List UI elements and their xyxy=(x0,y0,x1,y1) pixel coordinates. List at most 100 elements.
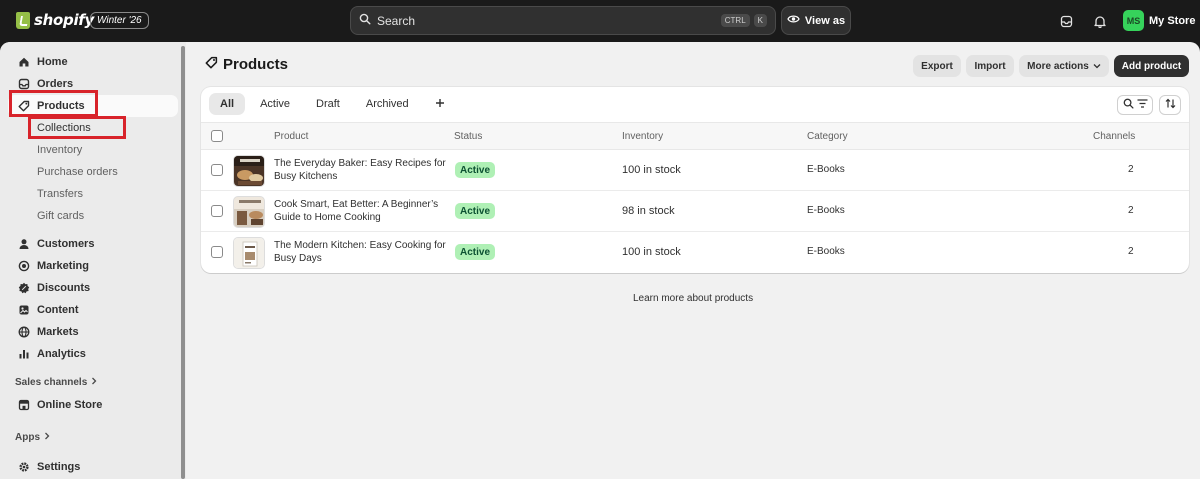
view-as-label: View as xyxy=(804,14,846,27)
import-button[interactable]: Import xyxy=(966,55,1014,77)
column-header-channels[interactable]: Channels xyxy=(1093,131,1135,142)
eye-icon xyxy=(787,14,800,27)
sidebar-item-discounts[interactable]: Discounts xyxy=(8,277,178,299)
plus-icon xyxy=(435,98,445,111)
chevron-down-icon xyxy=(1093,61,1101,72)
sales-channels-label: Sales channels xyxy=(15,377,88,388)
column-header-category[interactable]: Category xyxy=(807,131,848,142)
row-checkbox[interactable] xyxy=(211,205,223,217)
sidebar-item-label: Markets xyxy=(37,326,79,338)
sidebar-item-markets[interactable]: Markets xyxy=(8,321,178,343)
sidebar-item-home[interactable]: Home xyxy=(8,51,178,73)
search-icon xyxy=(1123,98,1134,112)
chevron-right-icon xyxy=(44,432,50,443)
table-row[interactable]: The Modern Kitchen: Easy Cooking for Bus… xyxy=(201,232,1189,273)
sidebar-item-customers[interactable]: Customers xyxy=(8,233,178,255)
sidebar-subitem-purchase-orders[interactable]: Purchase orders xyxy=(37,162,118,182)
more-actions-label: More actions xyxy=(1027,60,1089,72)
channels-cell: 2 xyxy=(1128,246,1134,257)
chart-icon xyxy=(18,348,30,360)
sales-channels-section[interactable]: Sales channels xyxy=(15,377,97,388)
table-row[interactable]: Cook Smart, Eat Better: A Beginner’s Gui… xyxy=(201,191,1189,232)
product-name[interactable]: The Modern Kitchen: Easy Cooking for Bus… xyxy=(274,239,449,265)
sidebar-item-content[interactable]: Content xyxy=(8,299,178,321)
shortcut-key-ctrl: CTRL xyxy=(720,14,750,27)
category-cell: E-Books xyxy=(807,205,845,216)
sidebar-item-marketing[interactable]: Marketing xyxy=(8,255,178,277)
add-product-button[interactable]: Add product xyxy=(1114,55,1189,77)
inventory-cell: 98 in stock xyxy=(622,205,675,217)
content-icon xyxy=(18,304,30,316)
avatar: MS xyxy=(1123,10,1144,31)
category-cell: E-Books xyxy=(807,246,845,257)
chevron-right-icon xyxy=(91,377,97,388)
column-header-product[interactable]: Product xyxy=(274,131,308,142)
product-thumbnail xyxy=(233,237,265,269)
category-cell: E-Books xyxy=(807,164,845,175)
status-badge: Active xyxy=(455,244,496,260)
sidebar-subitem-transfers[interactable]: Transfers xyxy=(37,184,83,204)
tab-draft[interactable]: Draft xyxy=(305,93,351,115)
sidebar-item-label: Analytics xyxy=(37,348,86,360)
export-button[interactable]: Export xyxy=(913,55,961,77)
view-as-button[interactable]: View as xyxy=(781,6,851,35)
channels-cell: 2 xyxy=(1128,164,1134,175)
gear-icon xyxy=(18,461,30,473)
globe-icon xyxy=(18,326,30,338)
inventory-cell: 100 in stock xyxy=(622,164,681,176)
tab-archived[interactable]: Archived xyxy=(355,93,420,115)
sidebar-item-settings[interactable]: Settings xyxy=(8,456,178,478)
highlight-box-collections xyxy=(28,116,126,139)
shopify-logo[interactable]: shopify xyxy=(16,11,94,29)
apps-label: Apps xyxy=(15,432,40,443)
add-view-button[interactable] xyxy=(424,93,456,115)
sidebar-subitem-gift-cards[interactable]: Gift cards xyxy=(37,206,84,226)
sidebar-item-label: Online Store xyxy=(37,399,103,411)
channels-cell: 2 xyxy=(1128,205,1134,216)
sidebar-item-label: Content xyxy=(37,304,79,316)
page-title-text: Products xyxy=(223,56,289,73)
column-header-status[interactable]: Status xyxy=(454,131,482,142)
sidebar-scrollbar[interactable] xyxy=(181,46,185,479)
sidebar-item-analytics[interactable]: Analytics xyxy=(8,343,178,365)
sidebar-subitem-inventory[interactable]: Inventory xyxy=(37,140,82,160)
sidebar-item-label: Customers xyxy=(37,238,95,250)
tab-active[interactable]: Active xyxy=(249,93,301,115)
shopify-bag-icon xyxy=(16,11,30,29)
search-icon xyxy=(359,13,371,28)
inbox-icon[interactable] xyxy=(1056,11,1076,31)
more-actions-button[interactable]: More actions xyxy=(1019,55,1109,77)
inventory-cell: 100 in stock xyxy=(622,246,681,258)
row-checkbox[interactable] xyxy=(211,246,223,258)
sidebar-item-label: Orders xyxy=(37,78,74,90)
sort-icon xyxy=(1165,98,1176,112)
product-thumbnail xyxy=(233,196,265,228)
sidebar-item-label: Discounts xyxy=(37,282,91,294)
product-name[interactable]: The Everyday Baker: Easy Recipes for Bus… xyxy=(274,157,449,183)
sidebar-item-online-store[interactable]: Online Store xyxy=(8,394,178,416)
product-name[interactable]: Cook Smart, Eat Better: A Beginner’s Gui… xyxy=(274,198,449,224)
target-icon xyxy=(18,260,30,272)
tag-icon xyxy=(205,56,218,73)
search-filter-button[interactable] xyxy=(1117,95,1153,115)
sidebar-item-label: Home xyxy=(37,56,68,68)
column-header-inventory[interactable]: Inventory xyxy=(622,131,663,142)
status-badge: Active xyxy=(455,203,496,219)
tab-all[interactable]: All xyxy=(209,93,246,115)
sidebar: Home Orders Products Collections Invento… xyxy=(0,42,186,479)
store-icon xyxy=(18,399,30,411)
learn-more-link[interactable]: Learn more about products xyxy=(633,293,753,304)
filter-icon xyxy=(1137,99,1148,111)
sort-button[interactable] xyxy=(1159,95,1181,115)
store-menu[interactable]: MS My Store xyxy=(1123,10,1195,31)
products-card: All Active Draft Archived Product Status… xyxy=(201,87,1189,273)
bell-icon[interactable] xyxy=(1090,11,1110,31)
logo-text: shopify xyxy=(34,11,94,29)
table-row[interactable]: The Everyday Baker: Easy Recipes for Bus… xyxy=(201,150,1189,191)
table-header: Product Status Inventory Category Channe… xyxy=(201,122,1189,150)
row-checkbox[interactable] xyxy=(211,164,223,176)
orders-icon xyxy=(18,78,30,90)
apps-section[interactable]: Apps xyxy=(15,432,50,443)
select-all-checkbox[interactable] xyxy=(211,130,223,142)
search-bar[interactable]: Search CTRL K xyxy=(350,6,776,35)
